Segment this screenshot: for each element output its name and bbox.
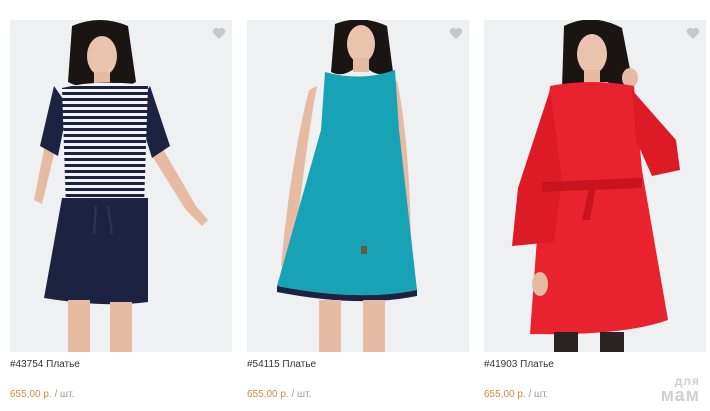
product-card[interactable]: #54115 Платье 655,00 р. / шт. [247, 20, 469, 400]
product-price: 655,00 р. / шт. [10, 389, 232, 400]
price-unit: / шт. [288, 389, 312, 400]
product-title[interactable]: #54115 Платье [247, 359, 469, 373]
price-unit: / шт. [525, 389, 549, 400]
price-value: 655,00 р. [247, 389, 289, 400]
product-photo[interactable] [484, 20, 706, 352]
favorite-heart-icon[interactable] [686, 27, 700, 40]
product-title[interactable]: #41903 Платье [484, 359, 706, 373]
product-card[interactable]: #43754 Платье 655,00 р. / шт. [10, 20, 232, 400]
product-photo[interactable] [10, 20, 232, 352]
price-value: 655,00 р. [10, 389, 52, 400]
product-title[interactable]: #43754 Платье [10, 359, 232, 373]
watermark-line2: мам [660, 384, 700, 405]
model-teal-dress-image [277, 20, 417, 352]
model-red-dress-image [512, 20, 680, 352]
price-value: 655,00 р. [484, 389, 526, 400]
favorite-heart-icon[interactable] [212, 27, 226, 40]
favorite-heart-icon[interactable] [449, 27, 463, 40]
product-photo[interactable] [247, 20, 469, 352]
product-price: 655,00 р. / шт. [247, 389, 469, 400]
product-card[interactable]: #41903 Платье 655,00 р. / шт. [484, 20, 706, 400]
price-unit: / шт. [51, 389, 75, 400]
model-striped-dress-image [34, 20, 208, 352]
site-watermark: для мам [660, 375, 700, 405]
